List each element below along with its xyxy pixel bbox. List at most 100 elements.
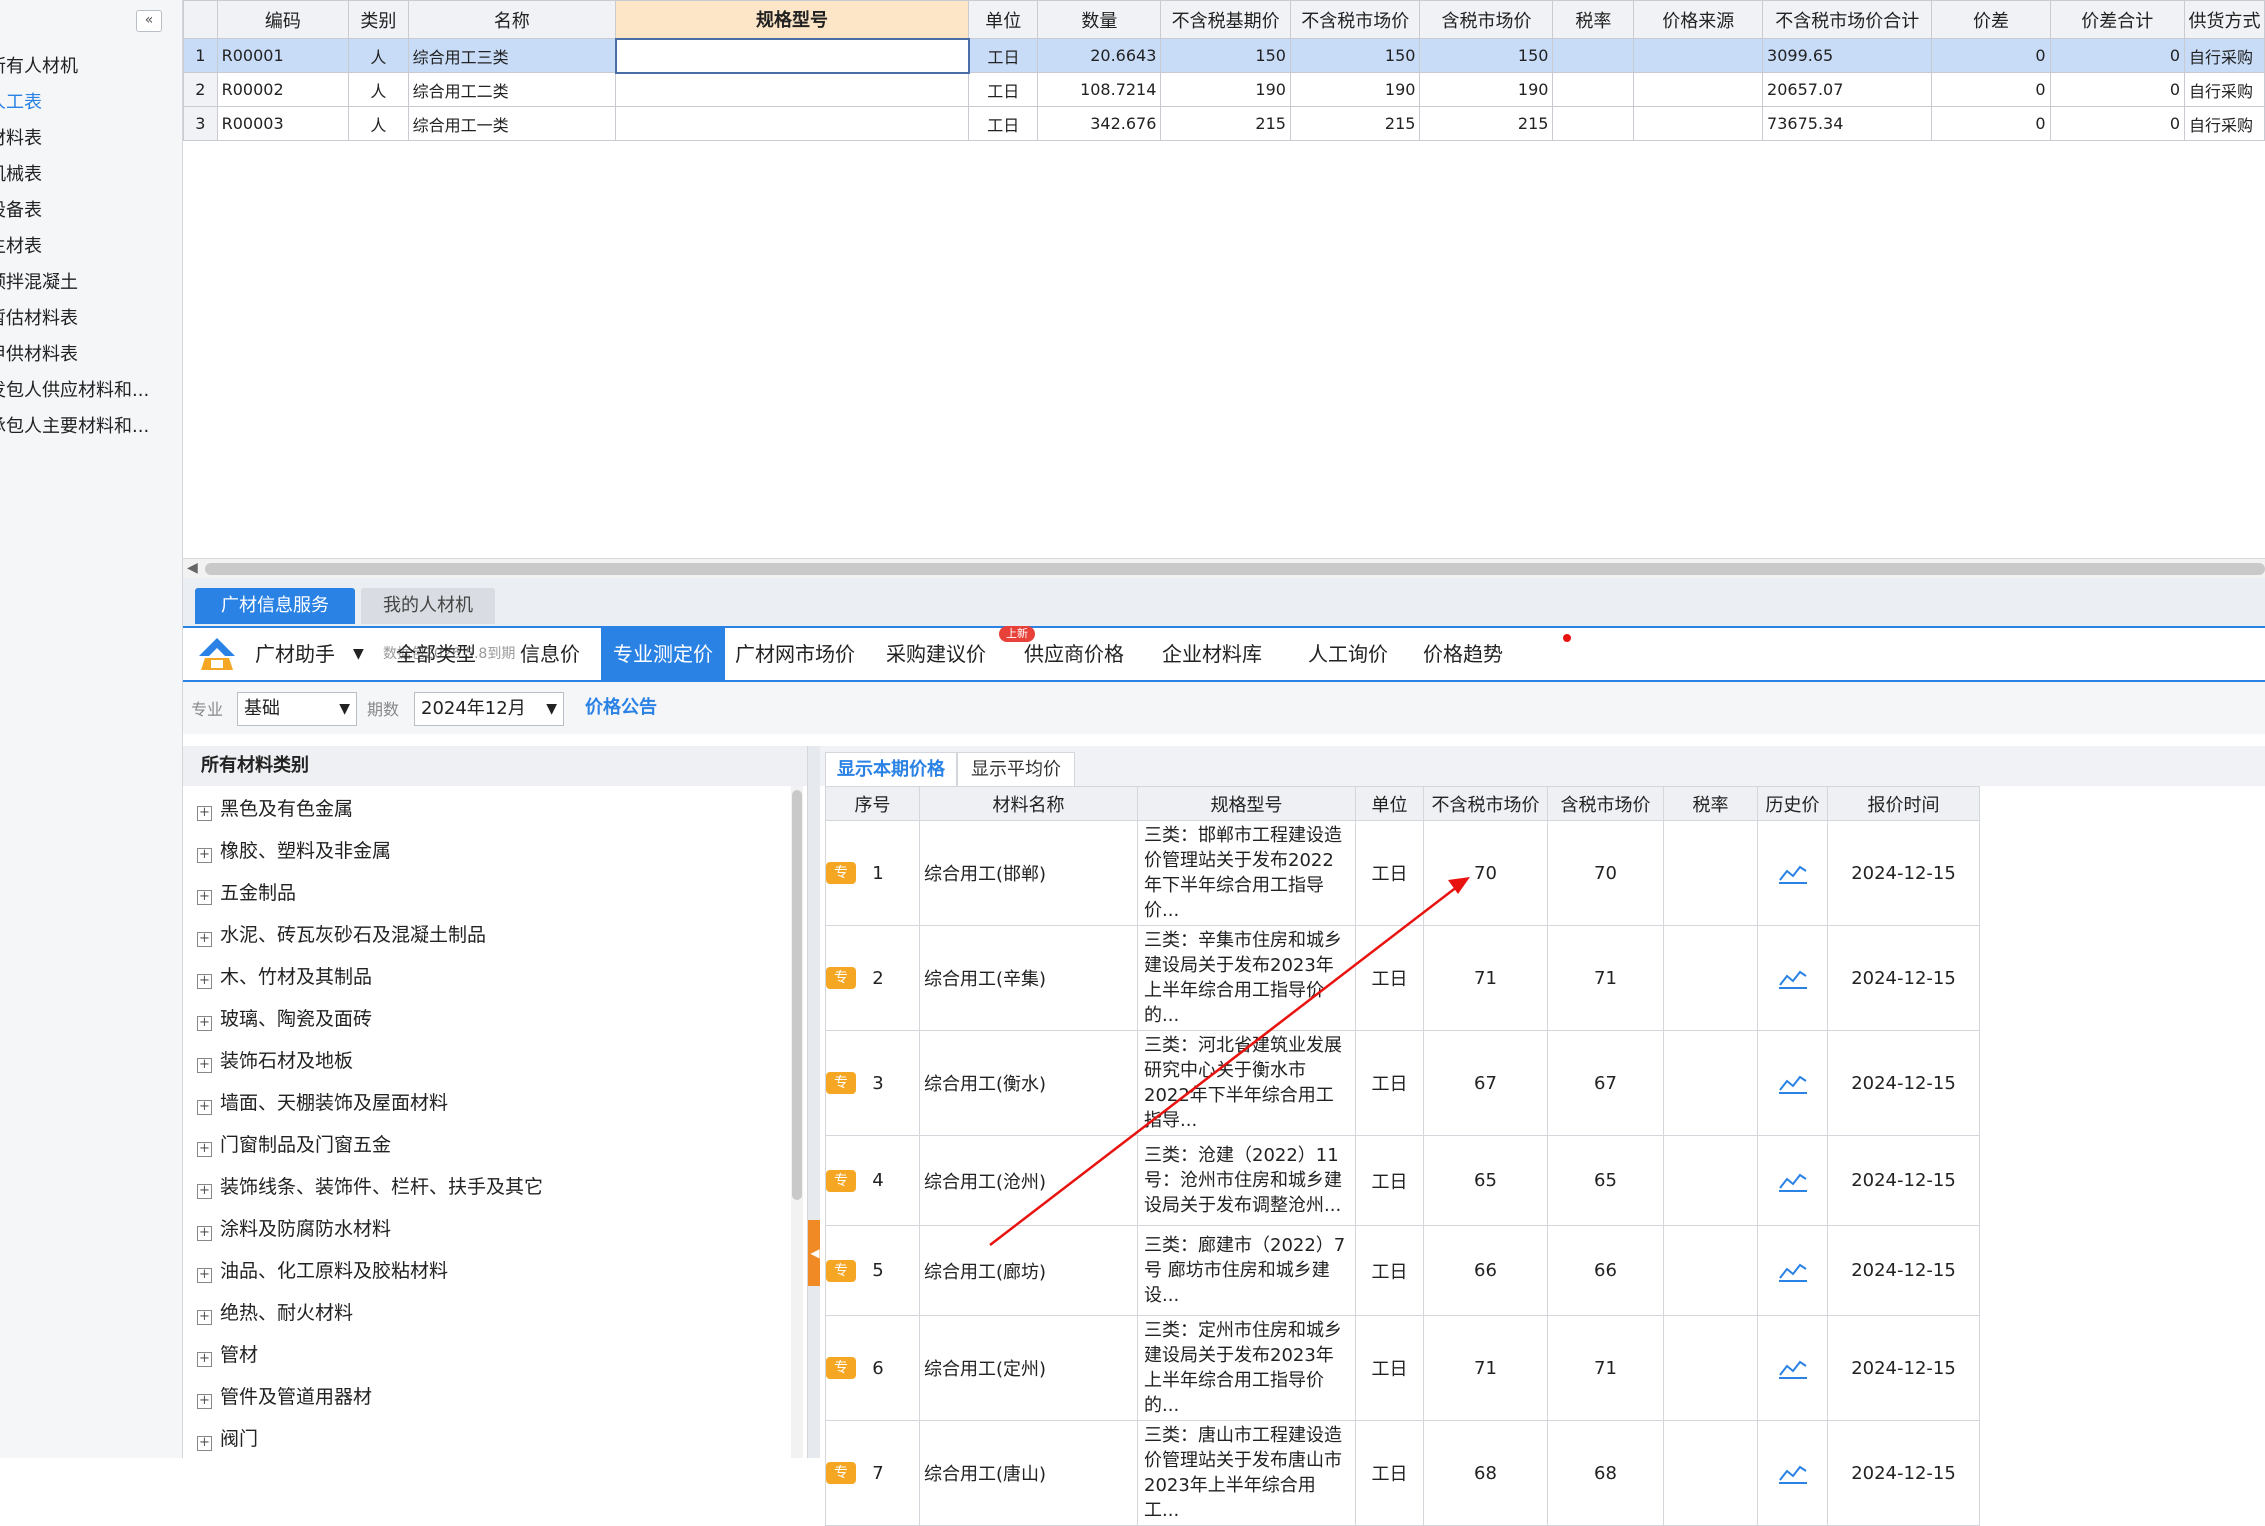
price-row[interactable]: 专 7 综合用工(唐山) 三类：唐山市工程建设造价管理站关于发布唐山市2023年上半年… xyxy=(825,1420,1980,1526)
price-cell-unit[interactable]: 工日 xyxy=(1355,1315,1424,1421)
price-cell-spec[interactable]: 三类：辛集市住房和城乡建设局关于发布2023年上半年综合用工指导价的... xyxy=(1137,925,1356,1031)
grid-cell[interactable]: 215 xyxy=(1289,106,1421,141)
sidebar-item[interactable]: 承包人主要材料和... xyxy=(0,410,171,444)
grid-column-header[interactable]: 类别 xyxy=(348,0,409,39)
price-cell-tax[interactable] xyxy=(1663,925,1758,1031)
grid-cell[interactable]: 0 xyxy=(1931,106,2051,141)
category-item[interactable]: + 管件及管道用器材 xyxy=(197,1376,372,1418)
price-cell-price-in[interactable]: 71 xyxy=(1547,925,1664,1031)
tab-price-type[interactable]: 企业材料库 xyxy=(1141,628,1283,680)
price-row[interactable]: 专 2 综合用工(辛集) 三类：辛集市住房和城乡建设局关于发布2023年上半年综合用工… xyxy=(825,925,1980,1031)
price-column-header[interactable]: 含税市场价 xyxy=(1547,786,1664,821)
price-cell-price-in[interactable]: 67 xyxy=(1547,1030,1664,1136)
price-cell-name[interactable]: 综合用工(廊坊) xyxy=(919,1225,1138,1316)
grid-cell[interactable]: 工日 xyxy=(968,38,1039,73)
tab-price-type[interactable]: 信息价 xyxy=(499,628,601,680)
grid-cell[interactable]: 215 xyxy=(1160,106,1291,141)
price-cell-unit[interactable]: 工日 xyxy=(1355,1135,1424,1226)
category-item[interactable]: + 玻璃、陶瓷及面砖 xyxy=(197,998,372,1040)
grid-column-header[interactable] xyxy=(183,0,218,39)
sidebar-item[interactable]: 暂估材料表 xyxy=(0,302,171,336)
price-cell-unit[interactable]: 工日 xyxy=(1355,1030,1424,1136)
grid-cell[interactable] xyxy=(1552,72,1635,107)
trend-chart-icon[interactable] xyxy=(1778,1260,1808,1282)
collapse-sidebar-button[interactable]: « xyxy=(136,10,162,32)
trend-chart-icon[interactable] xyxy=(1778,862,1808,884)
horizontal-scrollbar[interactable]: ◀ xyxy=(183,558,2265,578)
expand-icon[interactable]: + xyxy=(197,1058,212,1073)
price-cell-unit[interactable]: 工日 xyxy=(1355,1420,1424,1526)
price-notice-link[interactable]: 价格公告 xyxy=(585,694,657,722)
grid-cell[interactable]: 150 xyxy=(1289,38,1421,73)
tab-price-type[interactable]: 人工询价 xyxy=(1283,628,1413,680)
grid-cell[interactable]: 215 xyxy=(1419,106,1554,141)
sidebar-item[interactable]: 机械表 xyxy=(0,158,171,192)
grid-cell[interactable]: 人 xyxy=(348,72,409,107)
grid-cell[interactable]: 2 xyxy=(183,72,218,107)
price-column-header[interactable]: 税率 xyxy=(1663,786,1758,821)
price-column-header[interactable]: 报价时间 xyxy=(1827,786,1980,821)
grid-cell[interactable]: 20657.07 xyxy=(1762,72,1933,107)
expand-icon[interactable]: + xyxy=(197,1016,212,1031)
grid-cell[interactable] xyxy=(1633,106,1764,141)
price-row[interactable]: 专 4 综合用工(沧州) 三类：沧建（2022）11号：沧州市住房和城乡建设局关于发布… xyxy=(825,1135,1980,1226)
price-cell-price-in[interactable]: 65 xyxy=(1547,1135,1664,1226)
grid-column-header[interactable]: 不含税基期价 xyxy=(1160,0,1291,39)
price-row[interactable]: 专 1 综合用工(邯郸) 三类：邯郸市工程建设造价管理站关于发布2022年下半年综合用… xyxy=(825,820,1980,926)
trend-chart-icon[interactable] xyxy=(1778,1170,1808,1192)
expand-icon[interactable]: + xyxy=(197,932,212,947)
period-select[interactable]: 2024年12月 ▼ xyxy=(414,692,564,726)
expand-icon[interactable]: + xyxy=(197,1394,212,1409)
price-cell-price-in[interactable]: 71 xyxy=(1547,1315,1664,1421)
grid-cell[interactable]: 3099.65 xyxy=(1762,38,1933,73)
grid-cell[interactable]: 自行采购 xyxy=(2184,38,2265,73)
category-item[interactable]: + 阀门 xyxy=(197,1418,258,1458)
price-cell-name[interactable]: 综合用工(沧州) xyxy=(919,1135,1138,1226)
grid-column-header[interactable]: 不含税市场价 xyxy=(1289,0,1421,39)
grid-column-header[interactable]: 名称 xyxy=(407,0,617,39)
sidebar-item[interactable]: 发包人供应材料和... xyxy=(0,374,171,408)
price-column-header[interactable]: 单位 xyxy=(1355,786,1424,821)
grid-cell[interactable]: 0 xyxy=(1931,72,2051,107)
grid-cell[interactable]: 0 xyxy=(2049,106,2185,141)
grid-cell[interactable] xyxy=(615,72,970,107)
panel-splitter[interactable] xyxy=(808,746,820,1458)
trend-chart-icon[interactable] xyxy=(1778,967,1808,989)
grid-cell[interactable]: 3 xyxy=(183,106,218,141)
price-cell-price-ex[interactable]: 65 xyxy=(1423,1135,1548,1226)
category-item[interactable]: + 木、竹材及其制品 xyxy=(197,956,372,998)
sidebar-item[interactable]: 甲供材料表 xyxy=(0,338,171,372)
price-row[interactable]: 专 6 综合用工(定州) 三类：定州市住房和城乡建设局关于发布2023年上半年综合用工… xyxy=(825,1315,1980,1421)
category-item[interactable]: + 橡胶、塑料及非金属 xyxy=(197,830,391,872)
price-cell-price-ex[interactable]: 71 xyxy=(1423,1315,1548,1421)
grid-column-header[interactable]: 供货方式 xyxy=(2184,0,2265,39)
grid-column-header[interactable]: 价格来源 xyxy=(1633,0,1764,39)
scroll-left-icon[interactable]: ◀ xyxy=(187,560,198,576)
grid-cell[interactable]: R00001 xyxy=(216,38,350,73)
price-cell-tax[interactable] xyxy=(1663,1135,1758,1226)
grid-column-header[interactable]: 编码 xyxy=(216,0,350,39)
category-item[interactable]: + 油品、化工原料及胶粘材料 xyxy=(197,1250,448,1292)
grid-row[interactable]: 2 R00002 人综合用工二类 工日 108.7214 190 190 190 20657.0… xyxy=(183,72,2265,107)
grid-cell[interactable]: 工日 xyxy=(968,72,1039,107)
price-row[interactable]: 专 5 综合用工(廊坊) 三类：廊建市（2022）7号 廊坊市住房和城乡建设... 工日… xyxy=(825,1225,1980,1316)
grid-column-header[interactable]: 价差 xyxy=(1931,0,2051,39)
expand-icon[interactable]: + xyxy=(197,848,212,863)
spec-edit-cell[interactable] xyxy=(614,37,970,74)
grid-cell[interactable] xyxy=(1552,106,1635,141)
price-cell-name[interactable]: 综合用工(辛集) xyxy=(919,925,1138,1031)
price-cell-price-in[interactable]: 70 xyxy=(1547,820,1664,926)
price-cell-spec[interactable]: 三类：沧建（2022）11号：沧州市住房和城乡建设局关于发布调整沧州... xyxy=(1137,1135,1356,1226)
tab-my-resources[interactable]: 我的人材机 xyxy=(361,588,495,624)
price-cell-spec[interactable]: 三类：河北省建筑业发展研究中心关于衡水市2022年下半年综合用工指导... xyxy=(1137,1030,1356,1136)
category-item[interactable]: + 装饰石材及地板 xyxy=(197,1040,353,1082)
grid-cell[interactable]: 工日 xyxy=(968,106,1039,141)
tab-average-price[interactable]: 显示平均价 xyxy=(957,752,1075,786)
grid-cell[interactable]: 综合用工二类 xyxy=(407,72,617,107)
price-cell-name[interactable]: 综合用工(衡水) xyxy=(919,1030,1138,1136)
grid-row[interactable]: 3 R00003 人综合用工一类 工日 342.676 215 215 215 73675.34… xyxy=(183,106,2265,141)
category-item[interactable]: + 门窗制品及门窗五金 xyxy=(197,1124,391,1166)
tab-price-type[interactable]: 专业测定价 xyxy=(601,628,725,680)
category-item[interactable]: + 墙面、天棚装饰及屋面材料 xyxy=(197,1082,448,1124)
sidebar-item[interactable]: 预拌混凝土 xyxy=(0,266,171,300)
